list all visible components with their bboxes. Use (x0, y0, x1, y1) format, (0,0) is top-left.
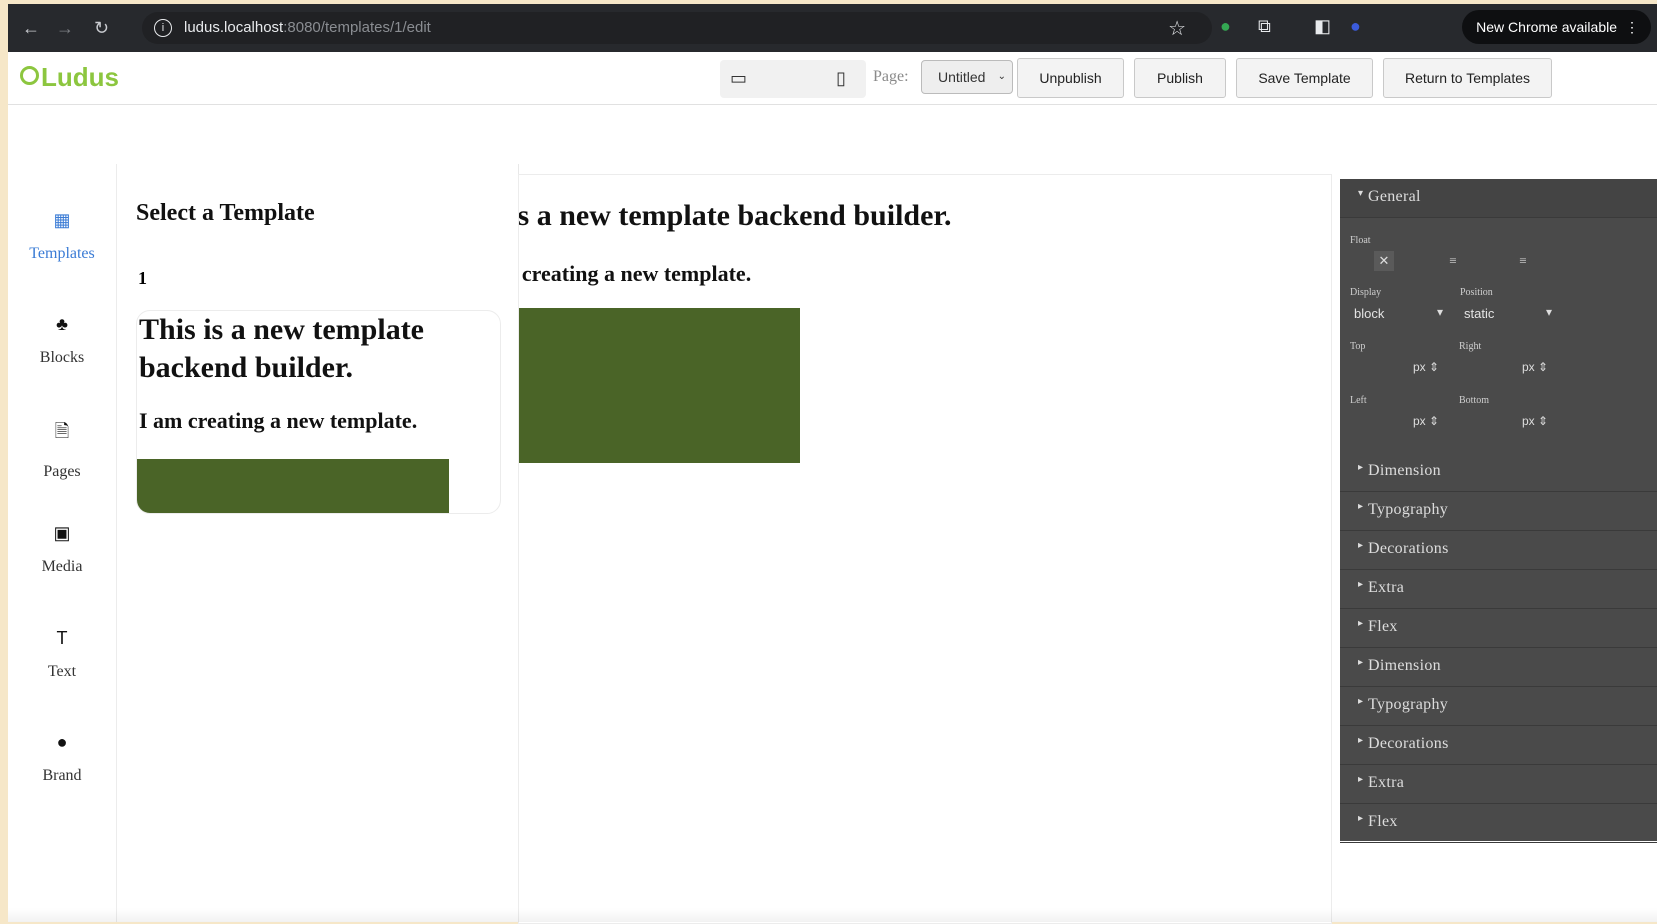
chevron-down-icon: ⌄ (997, 71, 1006, 82)
sidebar-item-blocks[interactable]: ♣ Blocks (8, 314, 116, 367)
text-icon: T (56, 628, 68, 648)
float-none-icon[interactable]: ✕ (1374, 251, 1394, 271)
right-unit[interactable]: px ⇕ (1522, 360, 1548, 374)
sidebar-item-label: Templates (29, 245, 95, 262)
section-dimension[interactable]: ▸ Dimension (1340, 453, 1657, 492)
top-unit[interactable]: px ⇕ (1413, 360, 1439, 374)
new-chrome-available-button[interactable]: New Chrome available ⋮ (1462, 10, 1651, 44)
forward-icon[interactable]: → (56, 18, 74, 39)
top-label: Top (1350, 341, 1366, 352)
ludus-logo[interactable]: Ludus (20, 62, 119, 93)
section-dimension[interactable]: ▸ Dimension (1340, 648, 1657, 687)
chevron-down-icon: ▾ (1437, 305, 1444, 319)
sidebar-item-label: Text (47, 663, 77, 680)
kebab-menu-icon[interactable]: ⋮ (1625, 10, 1639, 44)
url-text: ludus.localhost:8080/templates/1/edit (184, 19, 431, 36)
canvas-green-block[interactable] (519, 308, 800, 463)
page-select[interactable]: Untitled ⌄ (921, 60, 1013, 94)
table-icon: ▦ (53, 210, 71, 230)
right-label: Right (1459, 341, 1482, 352)
editor-canvas[interactable]: This is a new template backend builder. … (518, 174, 1332, 924)
sidebar-item-text[interactable]: T Text (8, 628, 116, 681)
float-left-icon[interactable]: ≡ (1443, 251, 1463, 271)
templates-panel: Select a Template 1 This is a new templa… (116, 164, 519, 922)
sidebar-item-label: Brand (42, 767, 82, 784)
back-icon[interactable]: ← (22, 18, 40, 39)
shapes-icon: ♣ (56, 314, 68, 334)
side-panel-icon[interactable]: ◧ (1314, 16, 1331, 37)
panel-title: Select a Template (136, 200, 315, 226)
browser-toolbar: ← → ↻ i ludus.localhost:8080/templates/1… (8, 4, 1657, 52)
bookmark-star-icon[interactable]: ☆ (1168, 16, 1186, 41)
bottom-unit[interactable]: px ⇕ (1522, 414, 1548, 428)
editor-topbar: Ludus ▭ ▯ Page: Untitled ⌄ Unpublish Publ… (8, 52, 1657, 105)
bottom-label: Bottom (1459, 395, 1490, 406)
position-select[interactable]: static (1464, 306, 1494, 321)
reload-icon[interactable]: ↻ (94, 18, 109, 39)
sidebar-item-label: Blocks (39, 349, 85, 366)
file-icon: 🗎 (54, 421, 70, 441)
bottom-shadow (8, 908, 1657, 922)
address-bar[interactable]: i ludus.localhost:8080/templates/1/edit … (142, 12, 1212, 44)
desktop-device-icon[interactable]: ▭ (730, 68, 747, 89)
display-select[interactable]: block (1354, 306, 1384, 321)
new-chrome-label: New Chrome available (1476, 19, 1617, 35)
section-decorations[interactable]: ▸ Decorations (1340, 531, 1657, 570)
tag-icon: ● (56, 732, 68, 752)
style-manager: ▾ General Float ✕ ≡ ≡ Display Position bl… (1340, 179, 1657, 843)
sidebar-item-label: Pages (43, 463, 81, 480)
section-general[interactable]: ▾ General (1340, 179, 1657, 218)
save-template-button[interactable]: Save Template (1236, 58, 1373, 98)
sidebar-item-brand[interactable]: ● Brand (8, 732, 116, 785)
image-icon: ▣ (53, 523, 71, 543)
extension-icon[interactable]: ● (1220, 16, 1231, 37)
left-unit[interactable]: px ⇕ (1413, 414, 1439, 428)
template-card-green-block (137, 459, 449, 513)
page-label: Page: (873, 68, 909, 85)
general-properties: Float ✕ ≡ ≡ Display Position block ▾ sta… (1340, 219, 1657, 469)
unpublish-button[interactable]: Unpublish (1017, 58, 1124, 98)
template-card-heading: This is a new template backend builder. (139, 313, 424, 384)
section-extra[interactable]: ▸ Extra (1340, 570, 1657, 609)
section-flex[interactable]: ▸ Flex (1340, 609, 1657, 648)
extensions-puzzle-icon[interactable]: ⧉ (1258, 16, 1271, 37)
site-info-icon[interactable]: i (154, 19, 172, 37)
mobile-device-icon[interactable]: ▯ (836, 68, 846, 89)
section-typography[interactable]: ▸ Typography (1340, 492, 1657, 531)
canvas-heading[interactable]: This is a new template backend builder. (519, 199, 951, 233)
section-typography[interactable]: ▸ Typography (1340, 687, 1657, 726)
chevron-down-icon: ▾ (1546, 305, 1553, 319)
position-label: Position (1460, 287, 1493, 298)
template-card[interactable]: This is a new template backend builder. … (136, 310, 501, 514)
float-right-icon[interactable]: ≡ (1513, 251, 1533, 271)
sidebar-item-pages[interactable]: 🗎 Pages (8, 419, 116, 481)
float-label: Float (1350, 235, 1371, 246)
left-sidebar: ▦ Templates ♣ Blocks 🗎 Pages ▣ Media T T… (8, 164, 117, 922)
publish-button[interactable]: Publish (1134, 58, 1226, 98)
section-flex[interactable]: ▸ Flex (1340, 804, 1657, 843)
ludus-editor: Ludus ▭ ▯ Page: Untitled ⌄ Unpublish Publ… (8, 52, 1657, 924)
device-switcher: ▭ ▯ (720, 60, 866, 98)
canvas-subheading[interactable]: I am creating a new template. (519, 261, 751, 287)
return-to-templates-button[interactable]: Return to Templates (1383, 58, 1552, 98)
template-number: 1 (138, 268, 147, 288)
sidebar-item-label: Media (41, 558, 83, 575)
template-card-subheading: I am creating a new template. (139, 408, 418, 433)
section-decorations[interactable]: ▸ Decorations (1340, 726, 1657, 765)
sidebar-item-media[interactable]: ▣ Media (8, 523, 116, 576)
left-label: Left (1350, 395, 1367, 406)
section-extra[interactable]: ▸ Extra (1340, 765, 1657, 804)
profile-avatar-icon[interactable]: ● (1350, 16, 1361, 37)
sidebar-item-templates[interactable]: ▦ Templates (8, 210, 116, 263)
display-label: Display (1350, 287, 1382, 298)
